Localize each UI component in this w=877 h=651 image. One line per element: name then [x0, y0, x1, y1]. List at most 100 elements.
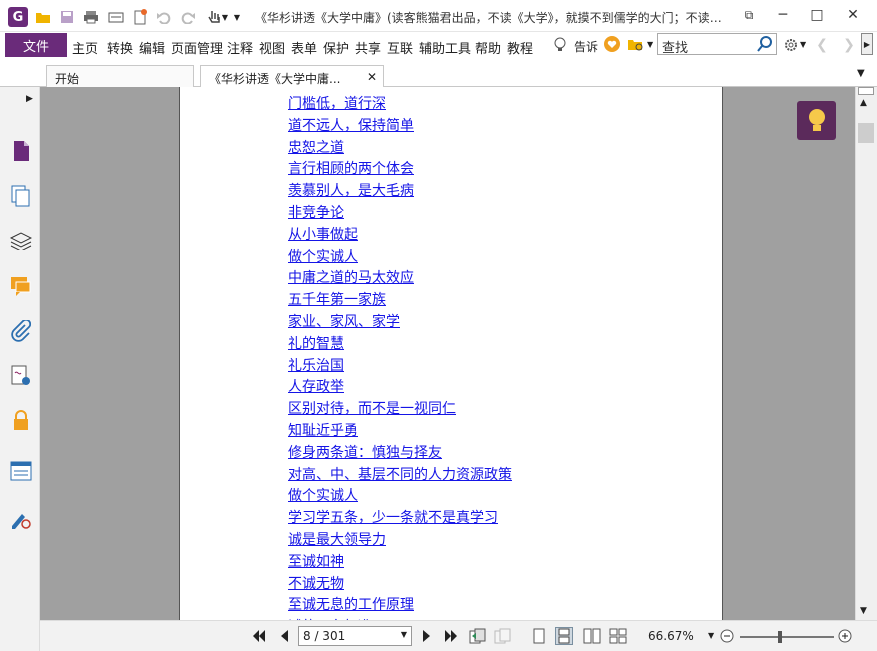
tab-close-icon[interactable]: ✕ — [367, 70, 377, 84]
menu-home[interactable]: 主页 — [72, 38, 98, 57]
zoom-value[interactable]: 66.67% — [648, 629, 694, 643]
last-page-icon[interactable] — [442, 627, 460, 645]
feedback-heart-icon[interactable] — [603, 35, 621, 53]
open-folder-icon[interactable] — [34, 8, 52, 26]
previous-view-icon[interactable] — [469, 627, 487, 645]
tip-lightbulb-button[interactable] — [797, 101, 836, 140]
zoom-dropdown-icon[interactable]: ▼ — [708, 631, 714, 640]
toc-link[interactable]: 非竞争论 — [288, 202, 344, 222]
nav-forward-icon[interactable]: ❯ — [840, 36, 858, 54]
nav-back-icon[interactable]: ❮ — [813, 36, 831, 54]
single-page-view-icon[interactable] — [530, 627, 548, 645]
scroll-down-icon[interactable]: ▼ — [860, 606, 867, 616]
continuous-view-icon[interactable] — [555, 627, 573, 645]
form-fields-icon[interactable] — [9, 459, 33, 483]
toc-link[interactable]: 中庸之道的马太效应 — [288, 267, 414, 287]
hand-tool-dropdown-icon[interactable]: ▼ — [220, 8, 230, 26]
scroll-thumb[interactable] — [858, 123, 874, 143]
document-viewer[interactable]: 门槛低，道行深 道不远人，保持简单 忠恕之道 言行相顾的两个体会 羡慕别人，是大毛病 非竞… — [40, 87, 855, 620]
page-thumbnails-icon[interactable] — [9, 139, 33, 163]
toc-link[interactable]: 礼的智慧 — [288, 333, 344, 353]
menu-protect[interactable]: 保护 — [323, 38, 349, 57]
zoom-in-icon[interactable] — [836, 627, 854, 645]
settings-dropdown-icon[interactable]: ▼ — [800, 40, 806, 49]
menu-help[interactable]: 帮助 — [475, 38, 501, 57]
app-logo-icon[interactable]: G — [8, 7, 28, 27]
page-dropdown-icon[interactable]: ▼ — [401, 630, 407, 639]
tab-list-dropdown-icon[interactable]: ▼ — [857, 68, 865, 79]
next-view-icon[interactable] — [494, 627, 512, 645]
expand-panel-icon[interactable]: ▶ — [26, 94, 33, 104]
toc-link[interactable]: 不诚无物 — [288, 573, 344, 593]
menu-edit[interactable]: 编辑 — [139, 38, 165, 57]
print-icon[interactable] — [82, 8, 100, 26]
minimize-button[interactable]: ─ — [766, 4, 800, 26]
pages-icon[interactable] — [9, 184, 33, 208]
toc-link[interactable]: 对高、中、基层不同的人力资源政策 — [288, 464, 512, 484]
previous-page-icon[interactable] — [275, 627, 293, 645]
new-document-icon[interactable] — [131, 8, 149, 26]
comments-icon[interactable] — [9, 274, 33, 298]
toc-link[interactable]: 从小事做起 — [288, 224, 358, 244]
toc-link[interactable]: 言行相顾的两个体会 — [288, 158, 414, 178]
maximize-button[interactable]: □ — [800, 4, 834, 26]
menu-page-management[interactable]: 页面管理 — [171, 38, 223, 57]
certificate-pen-icon[interactable] — [9, 507, 33, 531]
toc-link[interactable]: 忠恕之道 — [288, 137, 344, 157]
zoom-slider-thumb[interactable] — [778, 631, 782, 643]
security-lock-icon[interactable] — [9, 409, 33, 433]
toc-link[interactable]: 家业、家风、家学 — [288, 311, 400, 331]
toc-link[interactable]: 礼乐治国 — [288, 355, 344, 375]
toc-link[interactable]: 五千年第一家族 — [288, 289, 386, 309]
toc-link[interactable]: 至诚无息的工作原理 — [288, 594, 414, 614]
tell-me-label[interactable]: 告诉 — [574, 38, 598, 55]
toc-link[interactable]: 知耻近乎勇 — [288, 420, 358, 440]
redo-icon[interactable] — [179, 8, 197, 26]
menu-convert[interactable]: 转换 — [107, 38, 133, 57]
menu-tutorial[interactable]: 教程 — [507, 38, 533, 57]
toc-link[interactable]: 诚是最大领导力 — [288, 529, 386, 549]
settings-gear-icon[interactable] — [782, 36, 800, 54]
menu-comment[interactable]: 注释 — [227, 38, 253, 57]
toc-link[interactable]: 道不远人，保持简单 — [288, 115, 414, 135]
zoom-out-icon[interactable] — [718, 627, 736, 645]
toc-link[interactable]: 学习学五条，少一条就不是真学习 — [288, 507, 498, 527]
toc-link[interactable]: 做个实诚人 — [288, 485, 358, 505]
continuous-facing-view-icon[interactable] — [609, 627, 627, 645]
toc-link[interactable]: 修身两条道：慎独与择友 — [288, 442, 442, 462]
toc-link[interactable]: 区别对待，而不是一视同仁 — [288, 398, 456, 418]
menu-connect[interactable]: 互联 — [387, 38, 413, 57]
file-menu-button[interactable]: 文件 — [5, 33, 67, 57]
customize-quick-access-icon[interactable]: ▼ — [232, 8, 242, 26]
signatures-icon[interactable] — [9, 364, 33, 388]
toc-link[interactable]: 做个实诚人 — [288, 246, 358, 266]
layers-icon[interactable] — [9, 229, 33, 253]
menu-share[interactable]: 共享 — [355, 38, 381, 57]
scroll-thumb-top-cap[interactable] — [858, 87, 874, 95]
close-button[interactable]: ✕ — [836, 4, 870, 26]
find-folder-icon[interactable] — [627, 36, 645, 54]
save-icon[interactable] — [58, 8, 76, 26]
restore-ribbon-button[interactable]: ⧉ — [732, 4, 766, 26]
attachments-icon[interactable] — [9, 319, 33, 343]
scroll-up-icon[interactable]: ▲ — [860, 98, 867, 108]
find-dropdown-icon[interactable]: ▼ — [647, 40, 653, 49]
next-page-icon[interactable] — [418, 627, 436, 645]
toc-link[interactable]: 至诚如神 — [288, 551, 344, 571]
tab-document[interactable]: 《华杉讲透《大学中庸... ✕ — [200, 65, 384, 87]
page-number-input[interactable]: 8 / 301 ▼ — [298, 626, 412, 646]
menu-accessibility[interactable]: 辅助工具 — [419, 38, 471, 57]
zoom-slider[interactable] — [740, 631, 834, 643]
scan-icon[interactable] — [107, 8, 125, 26]
lightbulb-icon[interactable] — [551, 36, 569, 54]
toc-link[interactable]: 羡慕别人，是大毛病 — [288, 180, 414, 200]
menu-view[interactable]: 视图 — [259, 38, 285, 57]
undo-icon[interactable] — [155, 8, 173, 26]
toc-link[interactable]: 人存政举 — [288, 376, 344, 396]
first-page-icon[interactable] — [250, 627, 268, 645]
menu-form[interactable]: 表单 — [291, 38, 317, 57]
vertical-scrollbar[interactable]: ▲ ▼ — [855, 87, 877, 620]
ribbon-expand-icon[interactable]: ▶ — [861, 33, 873, 55]
facing-view-icon[interactable] — [583, 627, 601, 645]
search-input[interactable]: 查找 — [657, 33, 777, 56]
